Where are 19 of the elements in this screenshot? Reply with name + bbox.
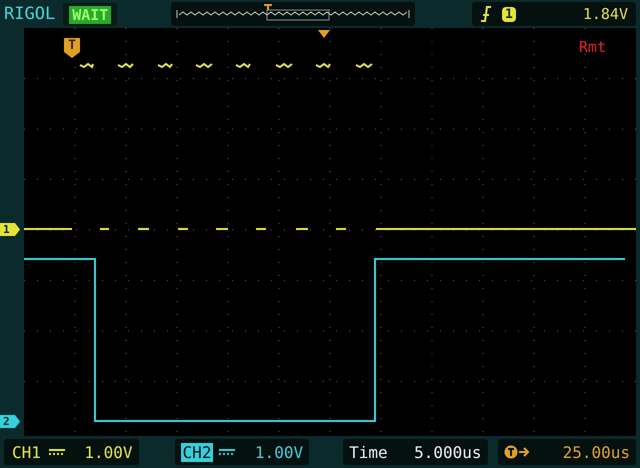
dc-coupling-icon — [48, 448, 65, 456]
channel-scale: 1.00V — [254, 442, 304, 462]
trigger-source: 1 — [502, 6, 516, 22]
dc-coupling-icon — [219, 448, 236, 456]
trigger-delay-icon — [504, 445, 530, 459]
brand-logo: RIGOL — [4, 4, 56, 24]
timebase-label: Time — [349, 442, 388, 462]
remote-indicator: Rmt — [578, 38, 606, 56]
rising-edge-icon — [480, 6, 492, 22]
status-badge: WAIT — [63, 2, 118, 26]
trigger-position-marker — [318, 30, 330, 38]
channel-marker: 2 — [0, 415, 20, 428]
channel-marker: 1 — [0, 223, 20, 236]
timebase-value: 5.000us — [414, 442, 482, 462]
channel-label: CH1 — [11, 442, 42, 462]
trigger-delay: 25.00us — [562, 442, 630, 462]
trigger-level: 1.84V — [582, 5, 628, 23]
channel-label: CH2 — [180, 442, 214, 462]
channel-scale: 1.00V — [84, 442, 133, 462]
